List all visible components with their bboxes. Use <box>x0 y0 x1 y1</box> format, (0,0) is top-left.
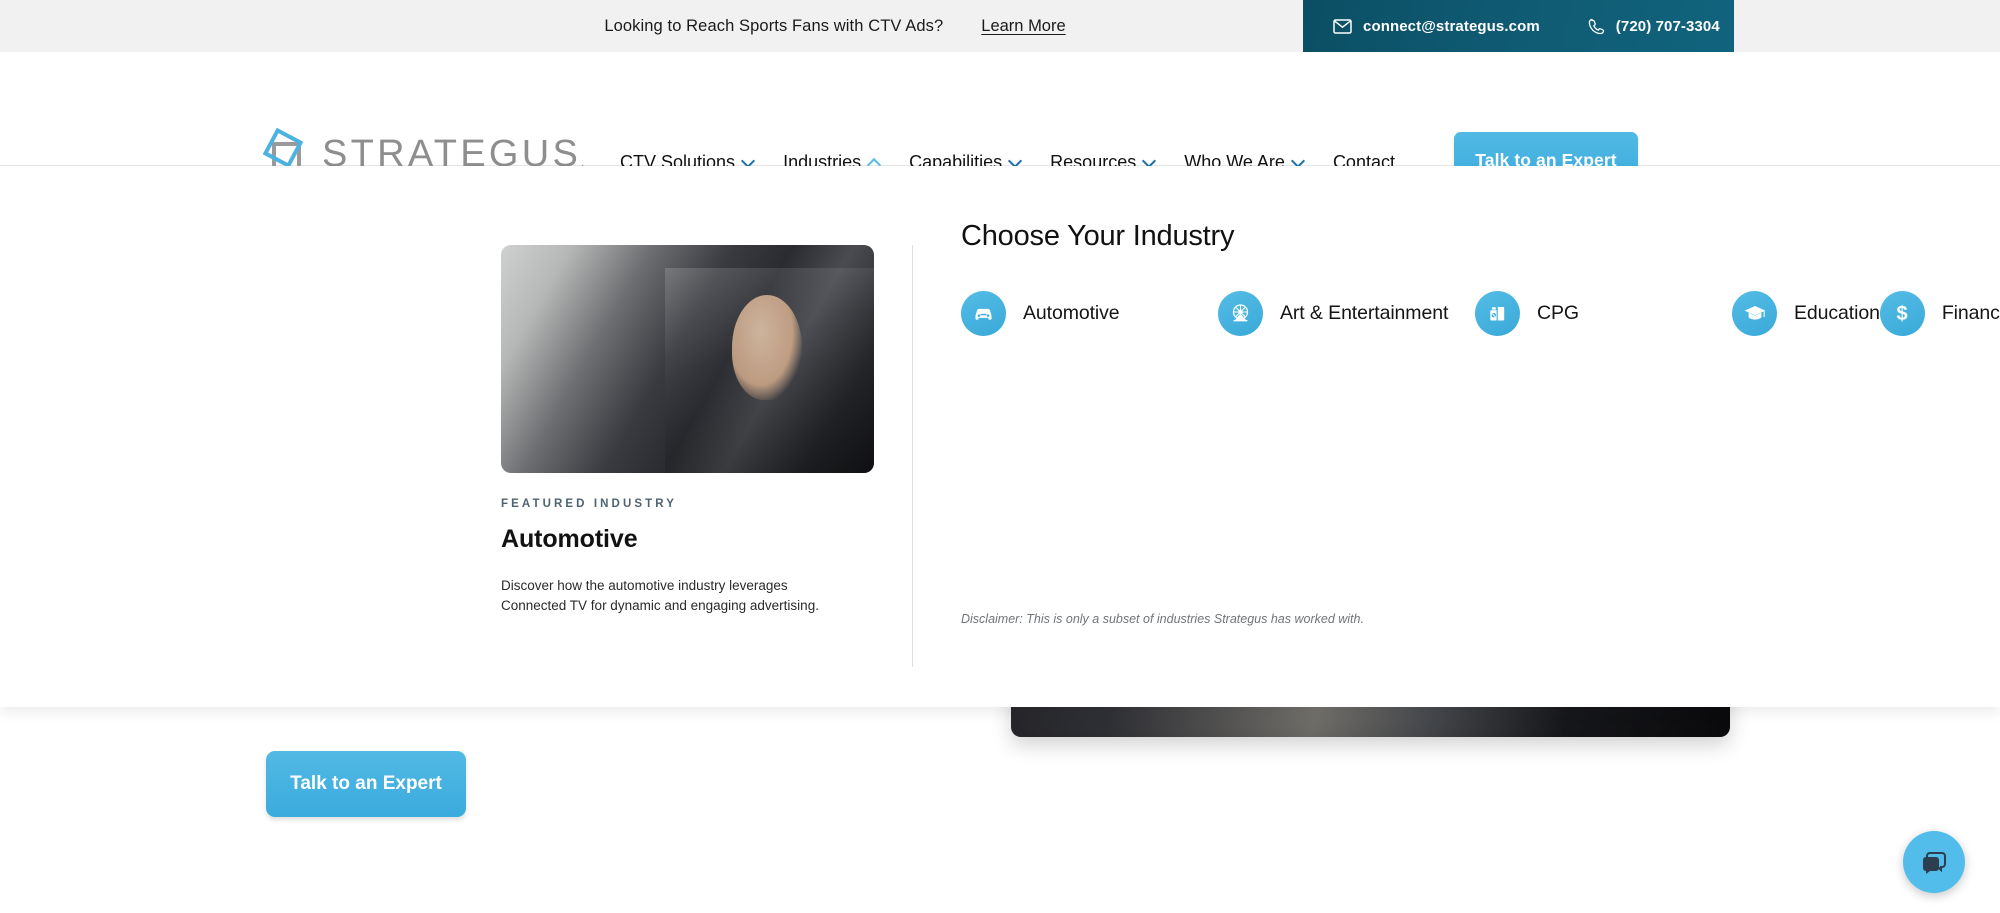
chat-bubble-icon <box>1918 846 1950 878</box>
chevron-up-icon <box>868 159 879 166</box>
dollar-sign-icon: $ <box>1879 290 1925 336</box>
industry-label: CPG <box>1537 301 1579 324</box>
email-address: connect@strategus.com <box>1363 18 1540 35</box>
graduation-cap-icon <box>1732 290 1777 336</box>
choose-your-industry-heading: Choose Your Industry <box>961 220 1235 252</box>
learn-more-link[interactable]: Learn More <box>981 17 1065 36</box>
featured-industry-kicker: FEATURED INDUSTRY <box>501 498 678 510</box>
industry-label: Finance <box>1941 301 2000 324</box>
chevron-down-icon <box>742 159 753 166</box>
industries-disclaimer: Disclaimer: This is only a subset of ind… <box>961 612 1364 626</box>
chevron-down-icon <box>1292 159 1303 166</box>
phone-number: (720) 707-3304 <box>1615 18 1720 35</box>
phone-icon <box>1588 18 1605 35</box>
chevron-down-icon <box>1009 159 1020 166</box>
svg-text:$: $ <box>1897 303 1908 325</box>
industry-item-art-entertainment[interactable]: Art & Entertainment <box>1218 281 1475 346</box>
package-icon <box>1475 290 1520 336</box>
chevron-down-icon <box>1143 159 1154 166</box>
featured-industry-description: Discover how the automotive industry lev… <box>501 578 819 613</box>
car-icon <box>961 290 1006 336</box>
featured-industry-block: FEATURED INDUSTRY Automotive Discover ho… <box>501 245 874 616</box>
industry-label: Art & Entertainment <box>1280 301 1449 324</box>
industry-item-automotive[interactable]: Automotive <box>961 281 1218 346</box>
industries-grid: Automotive Art & Entertainment CPG Educa… <box>961 281 2000 346</box>
featured-industry-title[interactable]: Automotive <box>501 525 874 554</box>
industries-dropdown-panel: FEATURED INDUSTRY Automotive Discover ho… <box>0 166 2000 707</box>
contact-bar: connect@strategus.com (720) 707-3304 <box>1303 0 1734 53</box>
industry-item-finance[interactable]: $ Finance <box>1879 281 2000 346</box>
email-contact[interactable]: connect@strategus.com <box>1333 18 1540 35</box>
site-header: STRATEGUS. CTV Solutions Industries Capa… <box>0 52 2000 188</box>
industry-item-cpg[interactable]: CPG <box>1475 281 1732 346</box>
envelope-icon <box>1333 19 1352 34</box>
industry-label: Education <box>1794 301 1880 324</box>
chat-widget-button[interactable] <box>1903 831 1965 893</box>
phone-contact[interactable]: (720) 707-3304 <box>1588 18 1720 35</box>
announcement-content: Looking to Reach Sports Fans with CTV Ad… <box>604 17 1065 36</box>
body-talk-to-expert-button[interactable]: Talk to an Expert <box>266 751 466 817</box>
industry-label: Automotive <box>1023 301 1120 324</box>
industry-item-education[interactable]: Education <box>1732 281 1880 346</box>
page-root: Looking to Reach Sports Fans with CTV Ad… <box>0 0 2000 913</box>
ferris-wheel-icon <box>1218 290 1263 336</box>
announcement-text: Looking to Reach Sports Fans with CTV Ad… <box>604 16 944 35</box>
dropdown-divider <box>912 245 913 667</box>
featured-industry-image[interactable] <box>501 245 874 473</box>
